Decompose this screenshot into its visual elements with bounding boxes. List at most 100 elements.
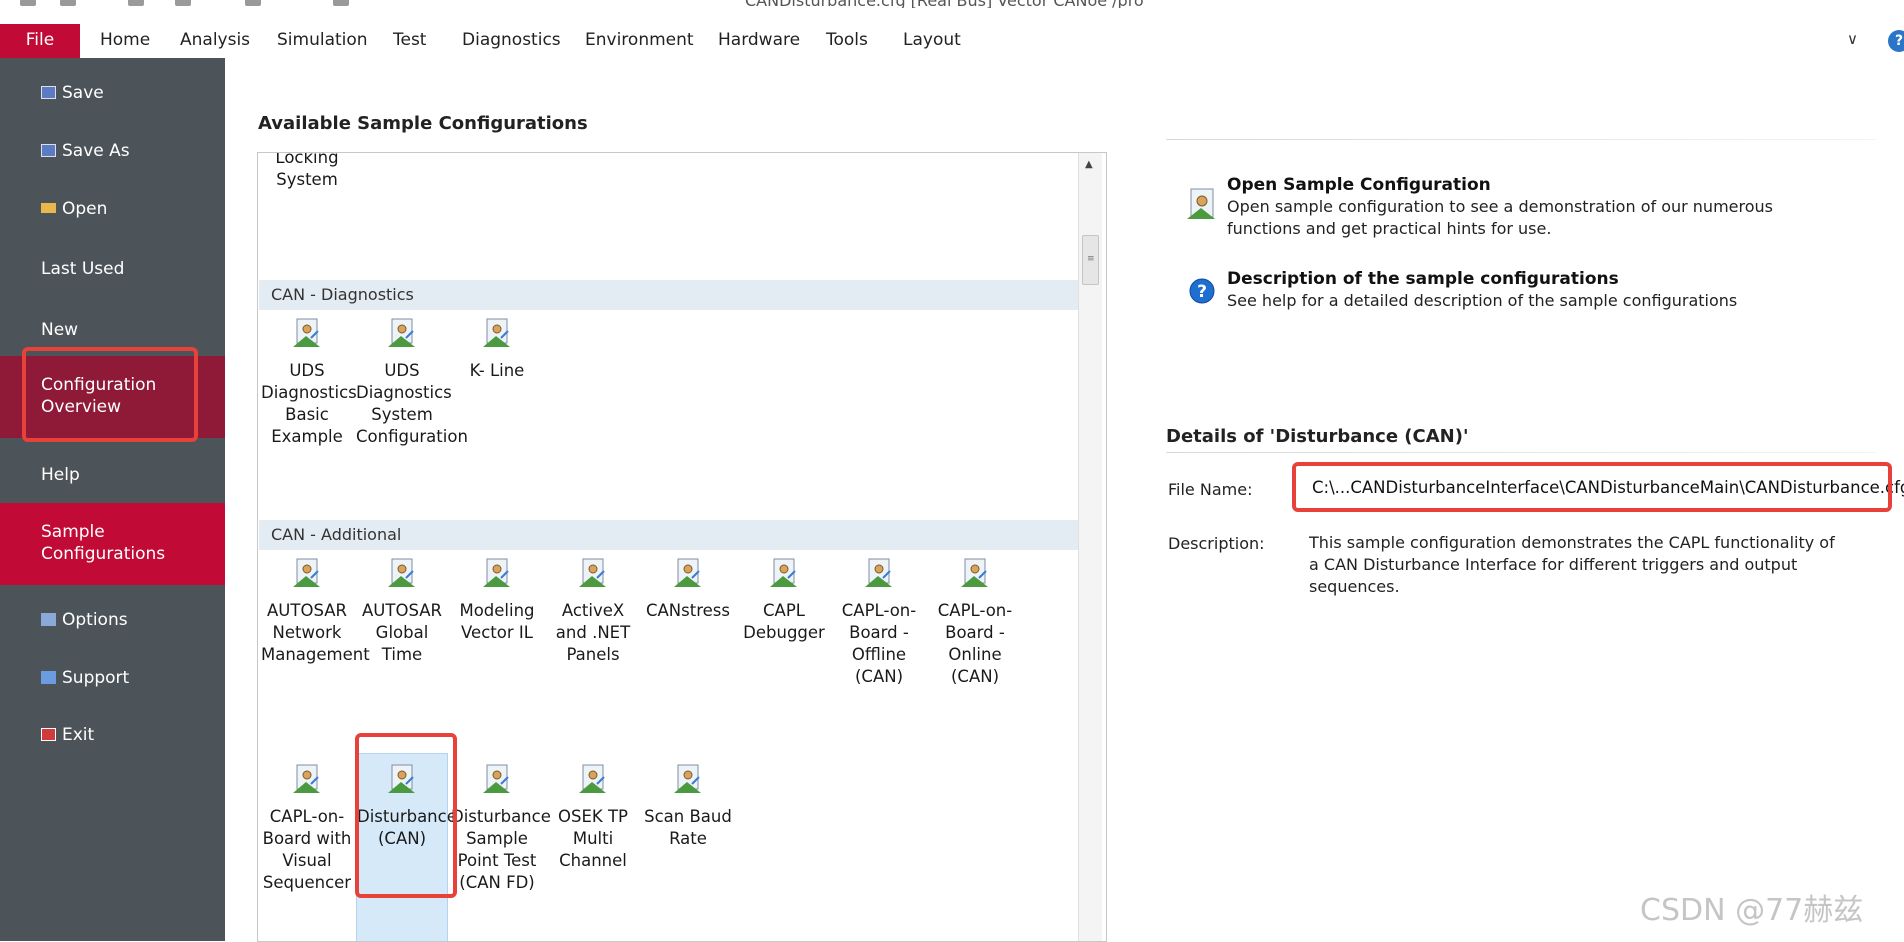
description-value: This sample configuration demonstrates t…	[1309, 533, 1835, 596]
config-item[interactable]: Disturbance Sample Point Test (CAN FD)	[451, 764, 551, 894]
ribbon-tab-bar: File Home Analysis Simulation Test Diagn…	[0, 20, 1904, 58]
watermark: CSDN @77赫兹	[1640, 893, 1864, 928]
divider	[1166, 139, 1876, 140]
config-item[interactable]: CANstress	[642, 558, 734, 622]
config-item-label: CANstress	[646, 601, 730, 620]
tab-file[interactable]: File	[0, 24, 80, 58]
config-item-label: CAPL-on-Board - Offline (CAN)	[841, 601, 917, 686]
nav-sample-configurations[interactable]: Sample Configurations	[0, 503, 225, 585]
quick-access-icon[interactable]	[245, 0, 261, 6]
quick-access-icon[interactable]	[333, 0, 349, 6]
sample-config-icon	[673, 764, 703, 794]
tab-home[interactable]: Home	[100, 30, 150, 50]
scroll-up-icon[interactable]: ▲	[1085, 159, 1093, 170]
chevron-down-icon[interactable]: ∨	[1847, 30, 1858, 48]
group-header: CAN - Diagnostics	[259, 280, 1078, 310]
config-item-label: AUTOSAR Network Management	[261, 601, 370, 664]
config-item[interactable]: AUTOSAR Global Time	[356, 558, 448, 666]
sample-config-icon	[292, 558, 322, 588]
app-logo-icon	[20, 0, 36, 6]
config-item[interactable]: ActiveX and .NET Panels	[547, 558, 639, 666]
open-sample-description: Open sample configuration to see a demon…	[1227, 197, 1773, 238]
config-item[interactable]: Scan Baud Rate	[642, 764, 734, 850]
svg-text:?: ?	[1197, 282, 1207, 302]
sample-description-title[interactable]: Description of the sample configurations	[1227, 269, 1619, 289]
config-item[interactable]: AUTOSAR Network Management	[261, 558, 370, 666]
config-item-label: ActiveX and .NET Panels	[555, 601, 631, 664]
config-item[interactable]: CAPL Debugger	[738, 558, 830, 644]
config-item-label: Locking System	[275, 152, 339, 189]
tab-tools[interactable]: Tools	[826, 30, 868, 50]
config-item[interactable]: CAPL-on-Board - Offline (CAN)	[833, 558, 925, 688]
exit-icon	[41, 728, 56, 741]
sample-config-icon	[387, 558, 417, 588]
config-item[interactable]: UDS Diagnostics Basic Example	[261, 318, 357, 448]
tab-diagnostics[interactable]: Diagnostics	[462, 30, 561, 50]
floppy-disk-icon	[41, 86, 56, 99]
config-item-label: OSEK TP Multi Channel	[558, 807, 628, 870]
backstage-nav: Save Save As Open Last Used New Configur…	[0, 58, 225, 941]
config-item[interactable]: Modeling Vector IL	[451, 558, 543, 644]
config-item[interactable]: CAPL-on-Board with Visual Sequencer	[261, 764, 353, 894]
description-label: Description:	[1168, 534, 1265, 553]
sample-config-icon	[387, 318, 417, 348]
tab-analysis[interactable]: Analysis	[180, 30, 250, 50]
nav-save[interactable]: Save	[0, 78, 225, 108]
support-icon	[41, 671, 56, 684]
annotation-highlight	[1292, 462, 1892, 512]
config-item[interactable]: OSEK TP Multi Channel	[547, 764, 639, 872]
window-title: CANDisturbance.cfg [Real Bus] Vector CAN…	[745, 0, 1144, 8]
config-item[interactable]: CAPL-on-Board - Online (CAN)	[929, 558, 1021, 688]
sample-config-icon	[673, 558, 703, 588]
details-title: Details of 'Disturbance (CAN)'	[1166, 426, 1469, 447]
config-item[interactable]: UDS Diagnostics System Configuration	[356, 318, 468, 448]
nav-save-as[interactable]: Save As	[0, 136, 225, 166]
quick-access-icon[interactable]	[128, 0, 144, 6]
nav-open[interactable]: Open	[0, 194, 225, 224]
sample-config-icon	[864, 558, 894, 588]
sample-config-icon	[482, 318, 512, 348]
file-name-label: File Name:	[1168, 480, 1253, 499]
grip-icon: ≡	[1087, 254, 1095, 264]
sample-config-icon	[482, 764, 512, 794]
config-item-label: CAPL-on-Board with Visual Sequencer	[262, 807, 352, 892]
tab-layout[interactable]: Layout	[903, 30, 961, 50]
config-item[interactable]: K- Line	[451, 318, 543, 382]
sample-config-icon	[960, 558, 990, 588]
tab-hardware[interactable]: Hardware	[718, 30, 800, 50]
tab-simulation[interactable]: Simulation	[277, 30, 368, 50]
config-item-label: Modeling Vector IL	[459, 601, 535, 642]
help-icon[interactable]: ?	[1888, 30, 1904, 52]
open-sample-title[interactable]: Open Sample Configuration	[1227, 175, 1491, 195]
sample-config-icon	[292, 318, 322, 348]
quick-access-icon[interactable]	[60, 0, 76, 6]
sample-description-text: See help for a detailed description of t…	[1227, 291, 1738, 310]
nav-options[interactable]: Options	[0, 605, 225, 635]
group-header: CAN - Additional	[259, 520, 1078, 550]
sample-config-icon	[292, 764, 322, 794]
sample-config-icon	[578, 558, 608, 588]
section-title: Available Sample Configurations	[258, 113, 588, 134]
sample-config-icon	[769, 558, 799, 588]
config-item-label: K- Line	[469, 361, 525, 380]
save-as-icon	[41, 144, 56, 157]
config-item-label: AUTOSAR Global Time	[362, 601, 442, 664]
nav-exit[interactable]: Exit	[0, 720, 225, 750]
nav-support[interactable]: Support	[0, 663, 225, 693]
config-item[interactable]: Locking System	[261, 152, 353, 191]
sample-config-icon	[578, 764, 608, 794]
scrollbar-thumb[interactable]: ≡	[1082, 235, 1099, 285]
config-item-label: CAPL Debugger	[743, 601, 825, 642]
nav-last-used[interactable]: Last Used	[0, 254, 225, 284]
quick-access-icon[interactable]	[175, 0, 191, 6]
config-item-label: UDS Diagnostics Basic Example	[261, 361, 357, 446]
open-sample-icon[interactable]	[1185, 188, 1219, 222]
tab-test[interactable]: Test	[393, 30, 426, 50]
gallery-scrollbar[interactable]: ▲ ≡	[1078, 153, 1102, 941]
nav-help[interactable]: Help	[0, 460, 225, 490]
config-item-label: Disturbance Sample Point Test (CAN FD)	[451, 807, 551, 892]
config-item-label: CAPL-on-Board - Online (CAN)	[937, 601, 1013, 686]
help-question-icon[interactable]: ?	[1189, 278, 1215, 304]
nav-new[interactable]: New	[0, 315, 225, 345]
tab-environment[interactable]: Environment	[585, 30, 694, 50]
